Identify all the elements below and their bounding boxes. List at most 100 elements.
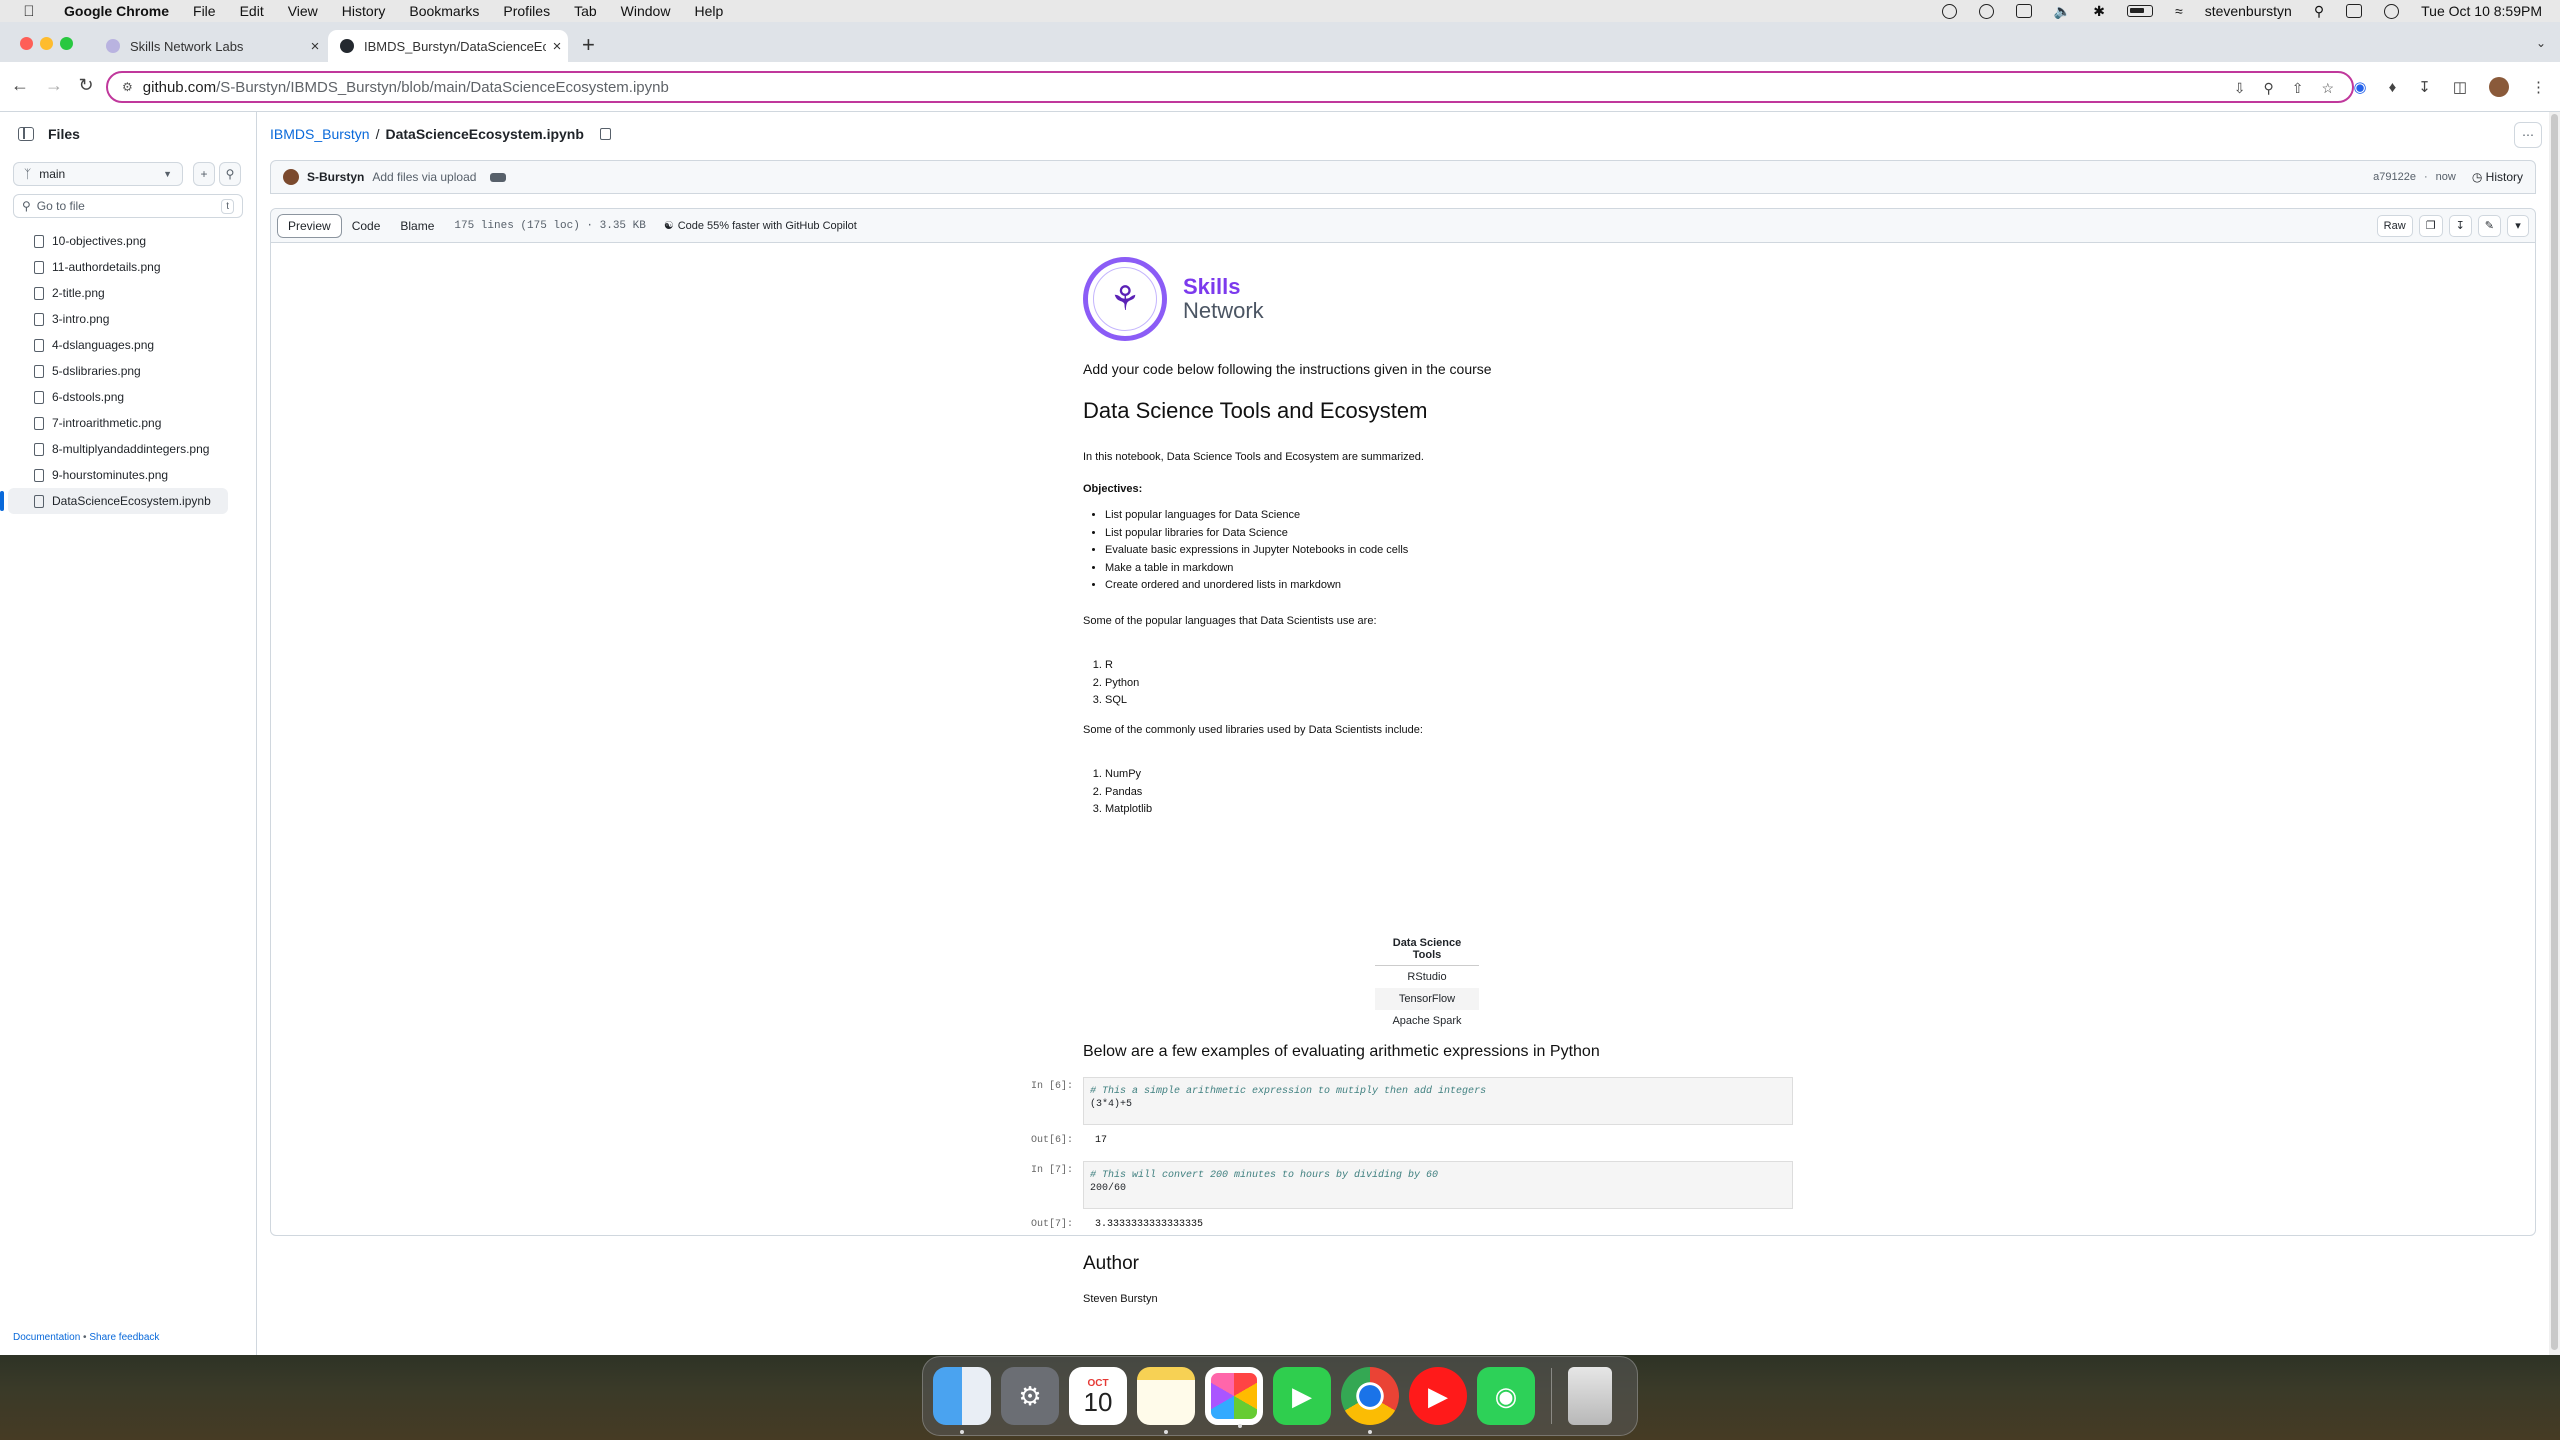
extension-icon[interactable]: ◉ (2353, 78, 2366, 96)
close-tab-icon[interactable]: × (304, 38, 326, 55)
share-feedback-link[interactable]: Share feedback (89, 1332, 159, 1343)
breadcrumb-repo-link[interactable]: IBMDS_Burstyn (270, 126, 370, 142)
documentation-link[interactable]: Documentation (13, 1332, 80, 1343)
logo-word-network: Network (1183, 298, 1264, 323)
close-window-button[interactable] (20, 37, 33, 50)
menu-profiles[interactable]: Profiles (491, 3, 562, 19)
bluetooth-icon[interactable]: ✱ (2093, 3, 2105, 20)
scrollbar-thumb[interactable] (2551, 114, 2558, 1350)
calendar-icon[interactable]: OCT 10 (1069, 1367, 1127, 1425)
menu-history[interactable]: History (330, 3, 398, 19)
chrome-menu-icon[interactable]: ⋮ (2531, 78, 2546, 96)
zoom-window-button[interactable] (60, 37, 73, 50)
messages-icon[interactable]: ◉ (1477, 1367, 1535, 1425)
commit-author[interactable]: S-Burstyn (307, 170, 364, 184)
tab-code[interactable]: Code (341, 213, 391, 238)
menu-help[interactable]: Help (682, 3, 735, 19)
profile-avatar[interactable] (2489, 77, 2509, 97)
side-panel-icon[interactable]: ◫ (2453, 78, 2467, 96)
menu-view[interactable]: View (276, 3, 330, 19)
file-icon (34, 390, 44, 404)
file-item[interactable]: 7-introarithmetic.png (0, 410, 227, 436)
copy-raw-icon[interactable]: ❐ (2418, 214, 2443, 237)
menu-tab[interactable]: Tab (562, 3, 609, 19)
creative-cloud-icon[interactable] (1941, 3, 1957, 19)
tab-search-chevron-icon[interactable]: ⌄ (2536, 36, 2546, 50)
menu-app-name[interactable]: Google Chrome (52, 3, 181, 19)
file-item[interactable]: 8-multiplyandaddintegers.png (0, 436, 227, 462)
chrome-toolbar: ← → ↻ ⚙ github.com/S-Burstyn/IBMDS_Burst… (0, 62, 2560, 112)
download-raw-icon[interactable]: ↧ (2448, 214, 2472, 237)
tab-blame[interactable]: Blame (390, 213, 445, 238)
new-tab-button[interactable]: + (582, 32, 595, 58)
control-center-icon[interactable] (2346, 4, 2363, 18)
share-icon[interactable]: ⇧ (2292, 80, 2304, 97)
tab-skills-network[interactable]: Skills Network Labs × (94, 30, 326, 62)
tab-preview[interactable]: Preview (277, 213, 342, 238)
history-button[interactable]: ◷ History (2472, 170, 2523, 184)
file-item-selected[interactable]: DataScienceEcosystem.ipynb (0, 488, 228, 514)
screen-mirror-icon[interactable] (2015, 4, 2032, 18)
file-item[interactable]: 5-dslibraries.png (0, 358, 227, 384)
system-settings-icon[interactable]: ⚙ (1001, 1367, 1059, 1425)
reload-icon[interactable]: ↻ (74, 75, 98, 96)
raw-button[interactable]: Raw (2376, 214, 2413, 237)
battery-icon[interactable] (2127, 5, 2153, 17)
bookmark-star-icon[interactable]: ☆ (2321, 80, 2334, 97)
address-bar[interactable]: ⚙ github.com/S-Burstyn/IBMDS_Burstyn/blo… (106, 71, 2354, 103)
status-app-icon[interactable] (1978, 3, 1994, 19)
trash-icon[interactable] (1568, 1367, 1612, 1425)
minimize-window-button[interactable] (40, 37, 53, 50)
google-chrome-icon[interactable] (1341, 1367, 1399, 1434)
photos-icon[interactable] (1205, 1367, 1263, 1428)
search-files-button[interactable]: ⚲ (219, 162, 241, 186)
collapse-sidebar-icon[interactable] (18, 127, 34, 141)
file-item[interactable]: 11-authordetails.png (0, 254, 227, 280)
copy-path-icon[interactable] (599, 128, 611, 140)
menubar-datetime[interactable]: Tue Oct 10 8:59PM (2421, 3, 2542, 19)
apple-menu-icon[interactable]:  (20, 2, 38, 20)
go-to-file-input[interactable]: ⚲ Go to file t (13, 194, 243, 218)
menu-window[interactable]: Window (609, 3, 683, 19)
notes-icon[interactable] (1137, 1367, 1195, 1434)
zoom-icon[interactable]: ⚲ (2263, 80, 2273, 97)
commit-details-toggle-icon[interactable] (490, 172, 507, 182)
file-item[interactable]: 3-intro.png (0, 306, 227, 332)
spotlight-search-icon[interactable]: ⚲ (2314, 3, 2324, 20)
edit-pencil-icon[interactable]: ✎ (2477, 214, 2501, 237)
file-item[interactable]: 9-hourstominutes.png (0, 462, 227, 488)
file-item[interactable]: 10-objectives.png (0, 228, 227, 254)
menu-file[interactable]: File (181, 3, 228, 19)
wifi-icon[interactable]: ≈ (2175, 3, 2183, 19)
site-info-icon[interactable]: ⚙ (122, 80, 133, 94)
libraries-intro: Some of the commonly used libraries used… (1083, 724, 1423, 736)
file-item[interactable]: 2-title.png (0, 280, 227, 306)
branch-selector[interactable]: ᛉ main ▼ (13, 162, 183, 186)
footer-separator: • (83, 1332, 87, 1343)
forward-arrow-icon[interactable]: → (42, 75, 66, 96)
install-app-icon[interactable]: ⇩ (2234, 80, 2246, 97)
tab-github-notebook[interactable]: IBMDS_Burstyn/DataScienceEcosystem.ipynb… (328, 30, 568, 62)
page-scrollbar[interactable] (2549, 112, 2560, 1355)
downloads-icon[interactable]: ↧ (2418, 78, 2431, 96)
file-item[interactable]: 4-dslanguages.png (0, 332, 227, 358)
add-file-button[interactable]: + (193, 162, 215, 186)
facetime-icon[interactable]: ▶ (1273, 1367, 1331, 1425)
menubar-username[interactable]: stevenburstyn (2205, 3, 2292, 19)
more-options-button[interactable]: ⋯ (2514, 122, 2542, 148)
youtube-icon[interactable]: ▶ (1409, 1367, 1467, 1425)
commit-hash[interactable]: a79122e (2373, 171, 2416, 183)
back-arrow-icon[interactable]: ← (8, 75, 32, 96)
extensions-puzzle-icon[interactable]: ♦ (2389, 79, 2397, 96)
menu-bookmarks[interactable]: Bookmarks (397, 3, 491, 19)
commit-author-avatar[interactable] (283, 169, 299, 185)
edit-more-chevron-icon[interactable]: ▾ (2507, 214, 2529, 237)
volume-icon[interactable]: 🔈 (2054, 3, 2071, 20)
commit-message[interactable]: Add files via upload (372, 170, 476, 184)
close-tab-icon[interactable]: × (546, 38, 568, 55)
copilot-promo[interactable]: ☯ Code 55% faster with GitHub Copilot (664, 219, 857, 233)
finder-icon[interactable] (933, 1367, 991, 1434)
menu-edit[interactable]: Edit (228, 3, 276, 19)
file-item[interactable]: 6-dstools.png (0, 384, 227, 410)
siri-icon[interactable] (2384, 3, 2400, 19)
